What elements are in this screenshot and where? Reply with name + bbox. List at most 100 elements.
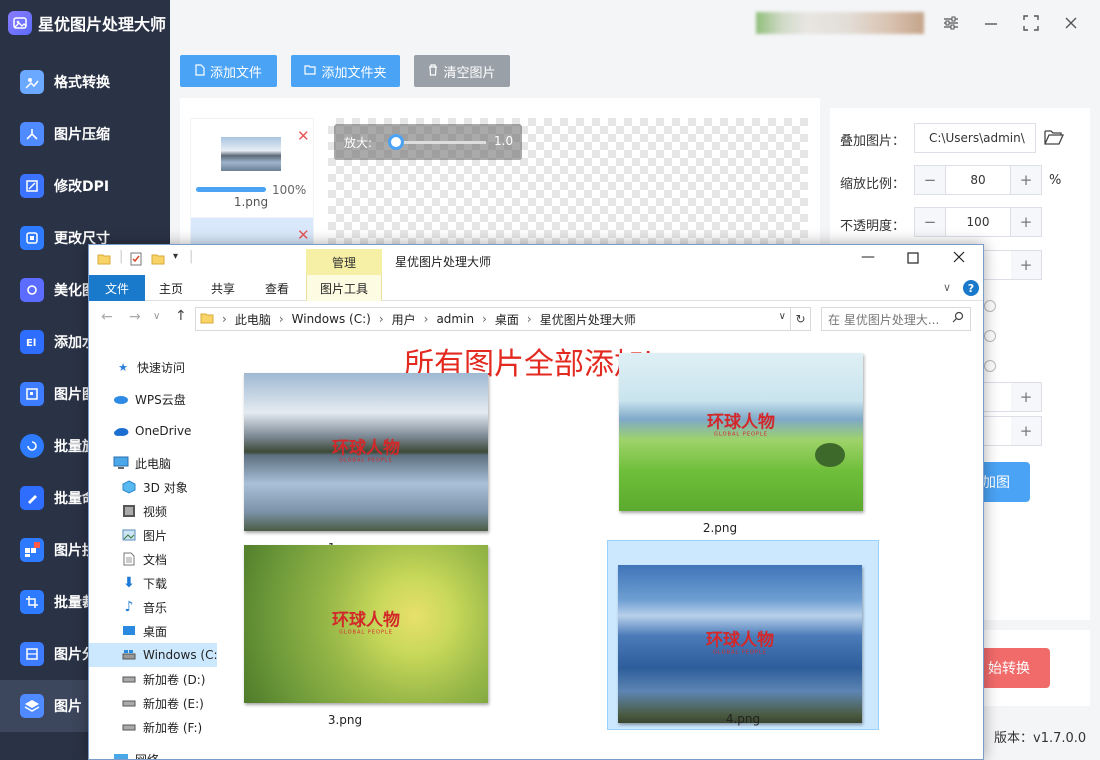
nav-drive-c[interactable]: Windows (C:: [89, 643, 217, 667]
explorer-maximize-icon[interactable]: [907, 252, 919, 268]
add-file-button[interactable]: 添加文件: [180, 55, 277, 87]
logo-subtext: GLOBAL PEOPLE: [713, 649, 767, 656]
opacity-value[interactable]: 100: [945, 208, 1011, 236]
zoom-slider-handle[interactable]: [388, 134, 404, 150]
logo-subtext: GLOBAL PEOPLE: [714, 431, 768, 438]
user-avatar[interactable]: [756, 12, 924, 34]
drive-icon: [121, 672, 137, 686]
refresh-icon[interactable]: ↻: [790, 308, 810, 330]
cloud-icon: [113, 392, 129, 406]
breadcrumb-item[interactable]: 此电脑: [235, 311, 271, 328]
properties-icon[interactable]: [129, 252, 143, 270]
tab-picture-tools[interactable]: 图片工具: [306, 275, 382, 301]
drive-icon: [121, 648, 137, 662]
tab-file[interactable]: 文件: [89, 275, 145, 301]
increment-icon[interactable]: +: [1011, 208, 1041, 236]
nav-quick-access[interactable]: ★ 快速访问: [89, 355, 217, 379]
quick-access-dropdown-icon[interactable]: ▾: [173, 251, 178, 262]
logo-watermark: 环球人物 GLOBAL PEOPLE: [707, 414, 775, 437]
new-folder-icon[interactable]: [151, 252, 165, 270]
breadcrumb-item[interactable]: 星优图片处理大师: [540, 311, 636, 328]
up-icon[interactable]: ↑: [175, 308, 187, 324]
nav-label: 新加卷 (D:): [143, 672, 206, 687]
breadcrumb-item[interactable]: Windows (C:): [292, 312, 371, 326]
nav-music[interactable]: ♪ 音乐: [89, 595, 217, 619]
nav-videos[interactable]: 视频: [89, 499, 217, 523]
sidebar-item-dpi[interactable]: 修改DPI: [0, 160, 170, 212]
tab-home[interactable]: 主页: [149, 275, 193, 301]
expand-ribbon-icon[interactable]: ∨: [943, 281, 951, 294]
file-item[interactable]: 环球人物 GLOBAL PEOPLE 3.png: [209, 537, 488, 729]
tab-share[interactable]: 共享: [201, 275, 245, 301]
radio-button[interactable]: [984, 300, 996, 312]
add-folder-button[interactable]: 添加文件夹: [291, 55, 400, 87]
open-folder-icon[interactable]: [1044, 128, 1065, 150]
decrement-icon[interactable]: −: [915, 208, 945, 236]
file-item-selected[interactable]: 环球人物 GLOBAL PEOPLE 4.png: [607, 540, 879, 730]
remove-file-icon[interactable]: ✕: [297, 127, 310, 145]
scale-stepper[interactable]: − 80 +: [914, 165, 1042, 195]
nav-documents[interactable]: 文档: [89, 547, 217, 571]
rotate-icon: [20, 434, 44, 458]
back-icon[interactable]: ←: [101, 309, 113, 325]
explorer-title: 星优图片处理大师: [395, 255, 492, 269]
nav-label: Windows (C:: [143, 648, 217, 662]
explorer-close-icon[interactable]: [953, 251, 965, 267]
tab-manage[interactable]: 管理: [306, 249, 382, 275]
settings-sliders-icon[interactable]: [940, 12, 962, 34]
explorer-minimize-icon[interactable]: —: [861, 249, 875, 265]
crop-icon: [20, 590, 44, 614]
file-name: 1.png: [233, 195, 269, 209]
search-input[interactable]: 在 星优图片处理大...: [821, 307, 971, 331]
maximize-icon[interactable]: [1020, 12, 1042, 34]
increment-icon[interactable]: +: [1011, 383, 1041, 411]
sidebar-item-format-convert[interactable]: 格式转换: [0, 56, 170, 108]
minimize-icon[interactable]: [980, 12, 1002, 34]
radio-button[interactable]: [984, 360, 996, 372]
nav-drive-f[interactable]: 新加卷 (F:): [89, 715, 217, 739]
address-dropdown-icon[interactable]: ∨: [779, 311, 786, 322]
help-icon[interactable]: ?: [963, 280, 979, 296]
file-list-item-selected[interactable]: ✕: [191, 218, 313, 244]
increment-icon[interactable]: +: [1011, 166, 1041, 194]
breadcrumb-item[interactable]: admin: [436, 312, 474, 326]
opacity-stepper[interactable]: − 100 +: [914, 207, 1042, 237]
address-bar[interactable]: › 此电脑 › Windows (C:) › 用户 › admin › 桌面 › 星优图片…: [195, 307, 811, 331]
increment-icon[interactable]: +: [1011, 417, 1041, 445]
nav-pictures[interactable]: 图片: [89, 523, 217, 547]
nav-network[interactable]: 网络: [89, 747, 217, 759]
nav-label: 图片: [143, 528, 168, 543]
forward-icon[interactable]: →: [129, 309, 141, 325]
scale-value[interactable]: 80: [945, 166, 1011, 194]
overlay-path-field[interactable]: C:\Users\admin\: [914, 123, 1036, 153]
search-placeholder: 在 星优图片处理大...: [828, 312, 940, 327]
file-list-item[interactable]: 100% 1.png ✕: [191, 119, 313, 217]
tab-manage-label: 管理: [331, 255, 356, 270]
breadcrumb-item[interactable]: 用户: [392, 311, 416, 328]
overlay-image-label: 叠加图片：: [840, 134, 906, 149]
file-thumbnail: 环球人物 GLOBAL PEOPLE: [244, 373, 488, 531]
radio-button[interactable]: [984, 330, 996, 342]
nav-drive-e[interactable]: 新加卷 (E:): [89, 691, 217, 715]
nav-onedrive[interactable]: OneDrive: [89, 419, 217, 443]
nav-wps-cloud[interactable]: WPS云盘: [89, 387, 217, 411]
tab-view[interactable]: 查看: [255, 275, 299, 301]
file-item[interactable]: 环球人物 GLOBAL PEOPLE 2.png: [584, 345, 863, 537]
breadcrumb-item[interactable]: 桌面: [495, 311, 519, 328]
nav-desktop[interactable]: 桌面: [89, 619, 217, 643]
beautify-icon: [20, 278, 44, 302]
recent-dropdown-icon[interactable]: ∨: [153, 311, 160, 322]
file-item[interactable]: 环球人物GLOBAL PEOPLE 1.png: [209, 365, 488, 557]
sidebar-item-compress[interactable]: 图片压缩: [0, 108, 170, 160]
desktop-icon: [121, 624, 137, 638]
close-icon[interactable]: [1060, 12, 1082, 34]
nav-3d-objects[interactable]: 3D 对象: [89, 475, 217, 499]
zoom-slider-track[interactable]: [394, 141, 486, 144]
nav-downloads[interactable]: ⬇ 下载: [89, 571, 217, 595]
decrement-icon[interactable]: −: [915, 166, 945, 194]
nav-drive-d[interactable]: 新加卷 (D:): [89, 667, 217, 691]
remove-file-icon[interactable]: ✕: [297, 226, 310, 244]
clear-images-button[interactable]: 清空图片: [414, 55, 510, 87]
increment-icon[interactable]: +: [1011, 251, 1041, 279]
nav-this-pc[interactable]: 此电脑: [89, 451, 217, 475]
